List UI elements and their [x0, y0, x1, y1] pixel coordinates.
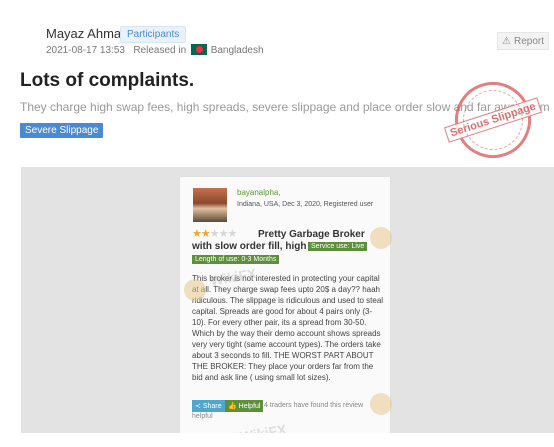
share-button: ≺ Share	[192, 400, 225, 412]
post-meta: 2021-08-17 13:53 Released in Bangladesh	[46, 44, 264, 56]
reviewer-meta: Indiana, USA, Dec 3, 2020, Registered us…	[237, 201, 374, 208]
released-in-label: Released in	[133, 45, 187, 56]
star-icon: ★	[200, 228, 211, 240]
review-body: This broker is not interested in protect…	[192, 274, 384, 382]
report-button[interactable]: ⚠ Report	[497, 32, 549, 50]
post-title: Lots of complaints.	[20, 70, 195, 91]
warning-triangle-icon: ⚠	[502, 35, 511, 47]
stamp-text: Serious Slippage	[444, 97, 542, 143]
watermark-icon	[184, 279, 206, 301]
service-use-badge: Service use: Live	[308, 242, 368, 251]
reviewer-photo	[193, 188, 227, 222]
thumbs-up-icon: 👍	[228, 403, 237, 410]
star-icon: ★	[192, 228, 202, 240]
post-header: Mayaz Ahmad Participants 2021-08-17 13:5…	[0, 0, 554, 64]
serious-slippage-stamp: Serious Slippage	[444, 72, 542, 168]
watermark-icon	[370, 393, 392, 415]
report-label: Report	[513, 35, 544, 47]
reviewer-name: bayanalpha,	[237, 188, 281, 197]
helpful-button: 👍 Helpful	[225, 400, 264, 412]
review-title-line1: Pretty Garbage Broker	[258, 229, 365, 240]
author-name[interactable]: Mayaz Ahmad	[46, 26, 128, 41]
country-name: Bangladesh	[210, 45, 264, 56]
author-avatar[interactable]	[20, 22, 42, 44]
share-label: Share	[202, 403, 222, 410]
star-icon: ★	[209, 228, 220, 240]
length-of-use-badge: Length of use: 0-3 Months	[192, 255, 280, 264]
review-title-line2: with slow order fill, high	[192, 241, 307, 252]
review-card: bayanalpha, Indiana, USA, Dec 3, 2020, R…	[179, 176, 392, 433]
slippage-tag[interactable]: Severe Slippage	[20, 123, 104, 138]
star-icon: ★	[218, 228, 229, 240]
helpful-label: Helpful	[238, 403, 261, 410]
share-icon: ≺	[195, 403, 201, 410]
bangladesh-flag-icon	[190, 44, 207, 55]
post-date: 2021-08-17 13:53	[46, 45, 125, 56]
role-badge: Participants	[120, 26, 187, 43]
watermark-logo: WikiFX	[238, 421, 288, 433]
star-icon: ★	[227, 228, 238, 240]
watermark-icon	[370, 227, 392, 249]
evidence-image-panel[interactable]: bayanalpha, Indiana, USA, Dec 3, 2020, R…	[21, 167, 554, 433]
rating-stars: ★★★★★	[192, 227, 238, 240]
